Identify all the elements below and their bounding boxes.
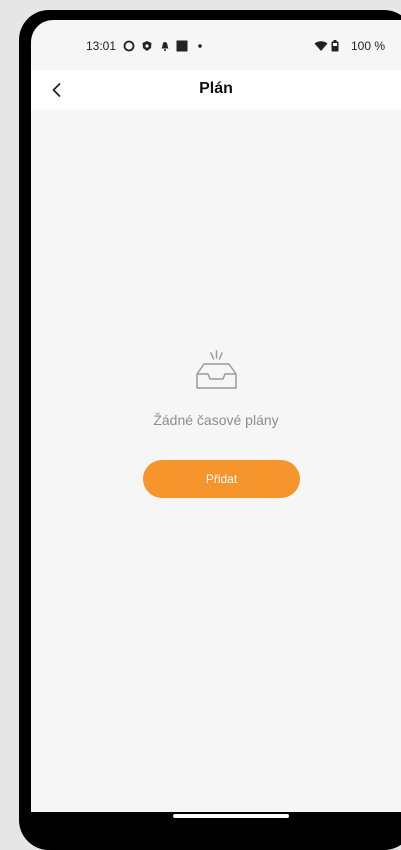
notification-icon — [161, 42, 169, 51]
shield-icon — [142, 41, 152, 51]
status-time: 13:01 — [86, 39, 117, 53]
navigation-bar — [31, 812, 401, 820]
add-button[interactable]: Přidat — [143, 460, 300, 498]
empty-inbox-icon — [196, 350, 237, 389]
app-header: Plán — [31, 70, 401, 110]
battery-percent: 100 % — [350, 39, 385, 53]
empty-state-message: Žádné časové plány — [153, 412, 279, 428]
home-indicator[interactable] — [173, 814, 289, 818]
page-title: Plán — [199, 80, 233, 97]
battery-icon — [331, 40, 339, 52]
circle-icon — [123, 40, 135, 52]
dot-icon — [198, 44, 202, 48]
status-bar: 13:01 100 % — [31, 20, 401, 70]
square-icon — [176, 40, 188, 52]
app-screen: 13:01 100 % Plán Žádné časové plány Přid… — [31, 20, 401, 820]
wifi-icon — [314, 41, 328, 51]
